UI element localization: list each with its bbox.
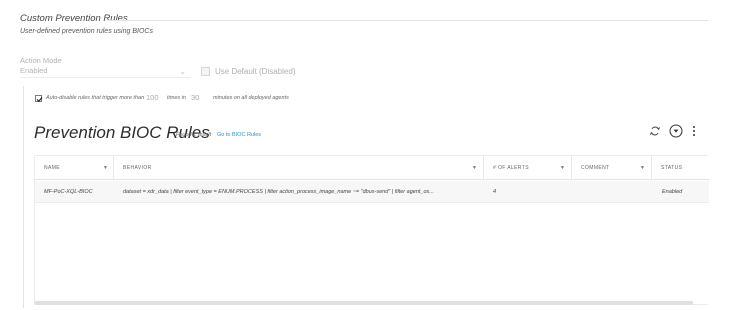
- cell-status: Enabled: [662, 189, 683, 195]
- checkmark-icon: [36, 97, 43, 103]
- use-default-checkbox[interactable]: [201, 67, 210, 76]
- column-header-name[interactable]: NAME ▼: [35, 156, 114, 180]
- column-header-alerts[interactable]: # OF ALERTS ▼: [484, 156, 572, 180]
- cell-name: MF-PoC-XQL-BIOC: [44, 189, 93, 195]
- filter-icon[interactable]: ▼: [103, 156, 108, 180]
- column-label: COMMENT: [581, 165, 610, 171]
- column-label: # OF ALERTS: [493, 165, 529, 171]
- auto-disable-text-before: Auto-disable rules that trigger more tha…: [46, 95, 145, 101]
- table-header: NAME ▼ BEHAVIOR ▼ # OF ALERTS ▼ COMMENT …: [35, 156, 709, 180]
- auto-disable-text-after: minutes on all deployed agents: [213, 95, 289, 101]
- cell-behavior: dataset = xdr_data | filter event_type =…: [123, 189, 434, 195]
- cell-comment: [581, 181, 641, 203]
- column-header-status[interactable]: STATUS: [652, 156, 709, 180]
- result-count: Found 1 result: [176, 132, 212, 138]
- refresh-icon[interactable]: [648, 124, 662, 138]
- section-title: Custom Prevention Rules: [20, 13, 128, 24]
- column-header-behavior[interactable]: BEHAVIOR ▼: [114, 156, 484, 180]
- action-mode-label: Action Mode: [20, 56, 62, 65]
- auto-disable-text-middle: times in: [167, 95, 186, 101]
- go-to-bioc-rules-link[interactable]: Go to BIOC Rules: [217, 132, 261, 138]
- filter-icon[interactable]: ▼: [560, 156, 565, 180]
- column-label: STATUS: [661, 165, 683, 171]
- filter-icon[interactable]: ▼: [472, 156, 477, 180]
- column-header-comment[interactable]: COMMENT ▼: [572, 156, 652, 180]
- use-default-label: Use Default (Disabled): [215, 67, 296, 76]
- section-divider: [108, 20, 708, 21]
- section-subtitle: User-defined prevention rules using BIOC…: [20, 28, 153, 35]
- column-label: BEHAVIOR: [123, 165, 152, 171]
- filter-icon[interactable]: [669, 124, 683, 138]
- horizontal-scrollbar[interactable]: [35, 301, 693, 305]
- table-row[interactable]: MF-PoC-XQL-BIOC dataset = xdr_data | fil…: [35, 181, 709, 203]
- action-mode-value: Enabled: [20, 66, 48, 75]
- auto-disable-minutes-input[interactable]: 30: [191, 93, 199, 102]
- cell-alerts: 4: [493, 189, 497, 195]
- chevron-down-icon: ⌄: [179, 67, 186, 76]
- auto-disable-checkbox[interactable]: [35, 95, 43, 103]
- auto-disable-count-input[interactable]: 100: [146, 93, 159, 102]
- action-mode-select[interactable]: Enabled ⌄: [20, 66, 190, 78]
- column-label: NAME: [44, 165, 61, 171]
- filter-icon[interactable]: ▼: [640, 156, 645, 180]
- more-options-icon[interactable]: [692, 126, 696, 138]
- rules-panel: Auto-disable rules that trigger more tha…: [23, 86, 709, 308]
- rules-table: NAME ▼ BEHAVIOR ▼ # OF ALERTS ▼ COMMENT …: [34, 155, 709, 305]
